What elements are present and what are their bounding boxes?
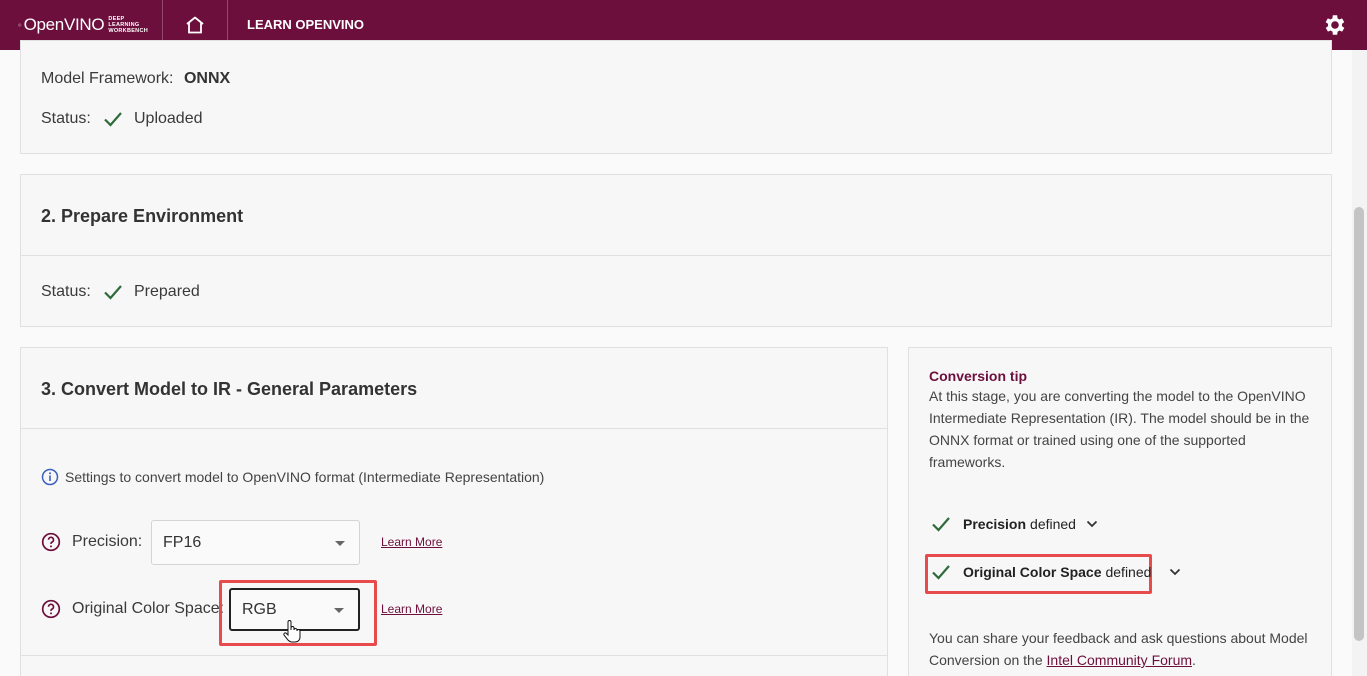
precision-label: Precision: [72,533,143,550]
caret-down-icon [335,540,345,546]
card-divider [21,428,887,429]
color-space-defined-word: defined [1105,564,1152,580]
openvino-logo-icon [18,23,22,27]
check-icon [104,285,122,300]
check-icon [932,565,950,580]
convert-model-card: 3. Convert Model to IR - General Paramet… [20,347,888,676]
precision-defined-row[interactable]: Precision defined [931,516,1098,532]
card-divider [21,255,1331,256]
logo-sub-line1: DEEP LEARNING [108,16,140,28]
caret-down-icon [334,607,344,613]
precision-learn-more-link[interactable]: Learn More [381,535,442,549]
feedback-period: . [1192,652,1196,668]
card-divider [21,655,887,656]
info-icon [41,468,59,486]
color-space-label: Original Color Space: [72,600,225,617]
chevron-down-icon[interactable] [1169,568,1181,576]
color-space-learn-more-link[interactable]: Learn More [381,602,442,616]
chevron-down-icon[interactable] [1086,520,1098,528]
feedback-text: You can share your feedback and ask ques… [929,627,1329,671]
help-icon[interactable] [41,532,61,552]
community-forum-link[interactable]: Intel Community Forum [1047,652,1192,668]
framework-label: Model Framework: [41,70,174,87]
openvino-logo[interactable]: OpenVINO DEEP LEARNING WORKBENCH [18,6,148,44]
check-icon [104,112,122,127]
env-status-label: Status: [41,283,91,300]
env-status-value: Prepared [134,283,200,300]
color-space-defined-name: Original Color Space [963,564,1102,580]
check-icon [932,517,950,532]
info-row: Settings to convert model to OpenVINO fo… [41,468,544,486]
precision-defined-name: Precision [963,516,1027,532]
color-space-value: RGB [242,600,277,618]
tip-title: Conversion tip [929,368,1028,384]
precision-select[interactable]: FP16 [151,520,360,565]
precision-defined-word: defined [1030,516,1076,532]
model-card: Model Framework: ONNX Status: Uploaded [20,40,1332,154]
color-space-defined-row[interactable]: Original Color Space defined [931,564,1181,580]
conversion-tip-card: Conversion tip At this stage, you are co… [908,347,1332,676]
scrollbar-thumb[interactable] [1354,207,1364,641]
learn-openvino-link[interactable]: LEARN OPENVINO [247,17,364,32]
model-status-value: Uploaded [134,110,203,127]
model-status-label: Status: [41,110,91,127]
home-icon [186,16,204,34]
tip-body: At this stage, you are converting the mo… [929,388,1310,470]
info-text: Settings to convert model to OpenVINO fo… [65,469,545,485]
prepare-environment-card: 2. Prepare Environment Status: Prepared [20,174,1332,327]
help-icon[interactable] [41,599,61,619]
gear-icon[interactable] [1322,12,1348,38]
framework-value: ONNX [183,70,231,87]
card-title: 2. Prepare Environment [41,206,244,226]
hand-cursor-icon [283,620,301,643]
framework-row: Model Framework: ONNX [41,70,230,88]
card-title: 3. Convert Model to IR - General Paramet… [41,379,418,399]
logo-sub-line2: WORKBENCH [108,28,148,34]
precision-value: FP16 [163,533,202,551]
logo-text: OpenVINO [23,15,105,34]
logo-subtitle: DEEP LEARNING WORKBENCH [108,16,148,34]
